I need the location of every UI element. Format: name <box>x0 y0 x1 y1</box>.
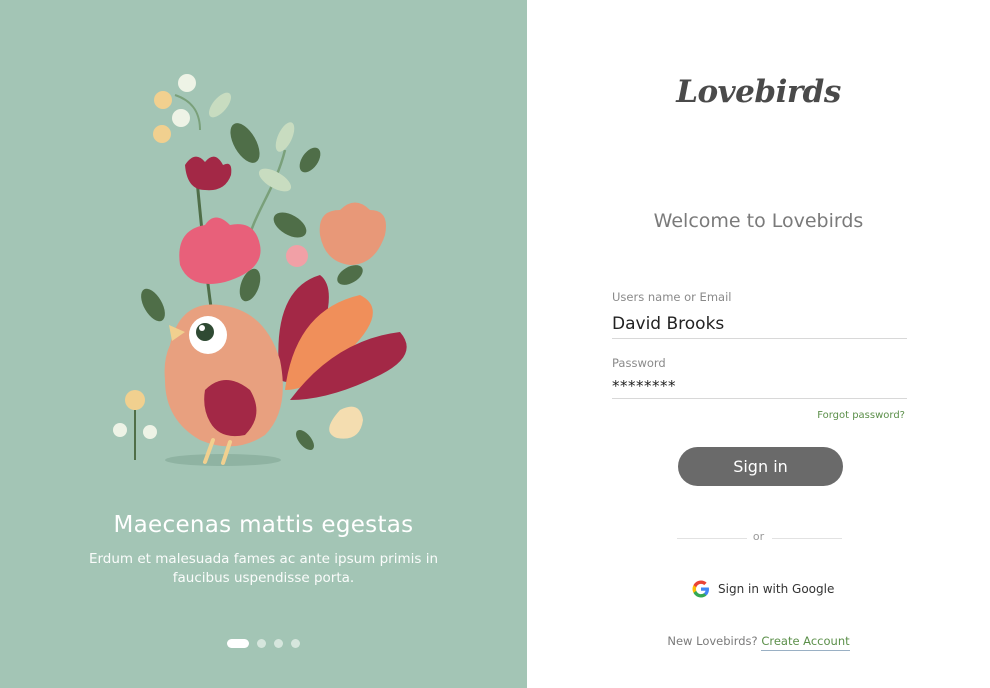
create-account-row: New Lovebirds? Create Account <box>527 634 990 651</box>
divider-right <box>772 538 842 539</box>
google-signin-label: Sign in with Google <box>718 582 835 596</box>
google-g-icon <box>692 580 709 598</box>
username-label: Users name or Email <box>612 290 732 304</box>
carousel-dot-4[interactable] <box>291 639 300 648</box>
new-user-prompt: New Lovebirds? <box>667 634 758 648</box>
signin-button[interactable]: Sign in <box>678 447 843 486</box>
promo-text: Erdum et malesuada fames ac ante ipsum p… <box>88 551 439 586</box>
bird-flowers-illustration <box>113 74 407 466</box>
carousel-dot-3[interactable] <box>274 639 283 648</box>
google-signin-button[interactable]: Sign in with Google <box>692 577 834 601</box>
create-account-link[interactable]: Create Account <box>761 634 850 651</box>
promo-title: Maecenas mattis egestas <box>113 512 414 538</box>
right-panel: Lovebirds Welcome to Lovebirds Users nam… <box>527 0 990 688</box>
brand-logo: Lovebirds <box>676 74 841 110</box>
carousel-dot-2[interactable] <box>257 639 266 648</box>
welcome-title: Welcome to Lovebirds <box>653 210 864 232</box>
left-panel: Maecenas mattis egestas Erdum et malesua… <box>0 0 527 688</box>
divider-or: or <box>752 530 765 543</box>
username-input[interactable] <box>612 309 907 339</box>
password-input[interactable] <box>612 373 907 399</box>
forgot-password-link[interactable]: Forgot password? <box>817 410 905 421</box>
carousel-dots <box>227 639 300 648</box>
carousel-dot-1[interactable] <box>227 639 249 648</box>
password-label: Password <box>612 356 666 370</box>
